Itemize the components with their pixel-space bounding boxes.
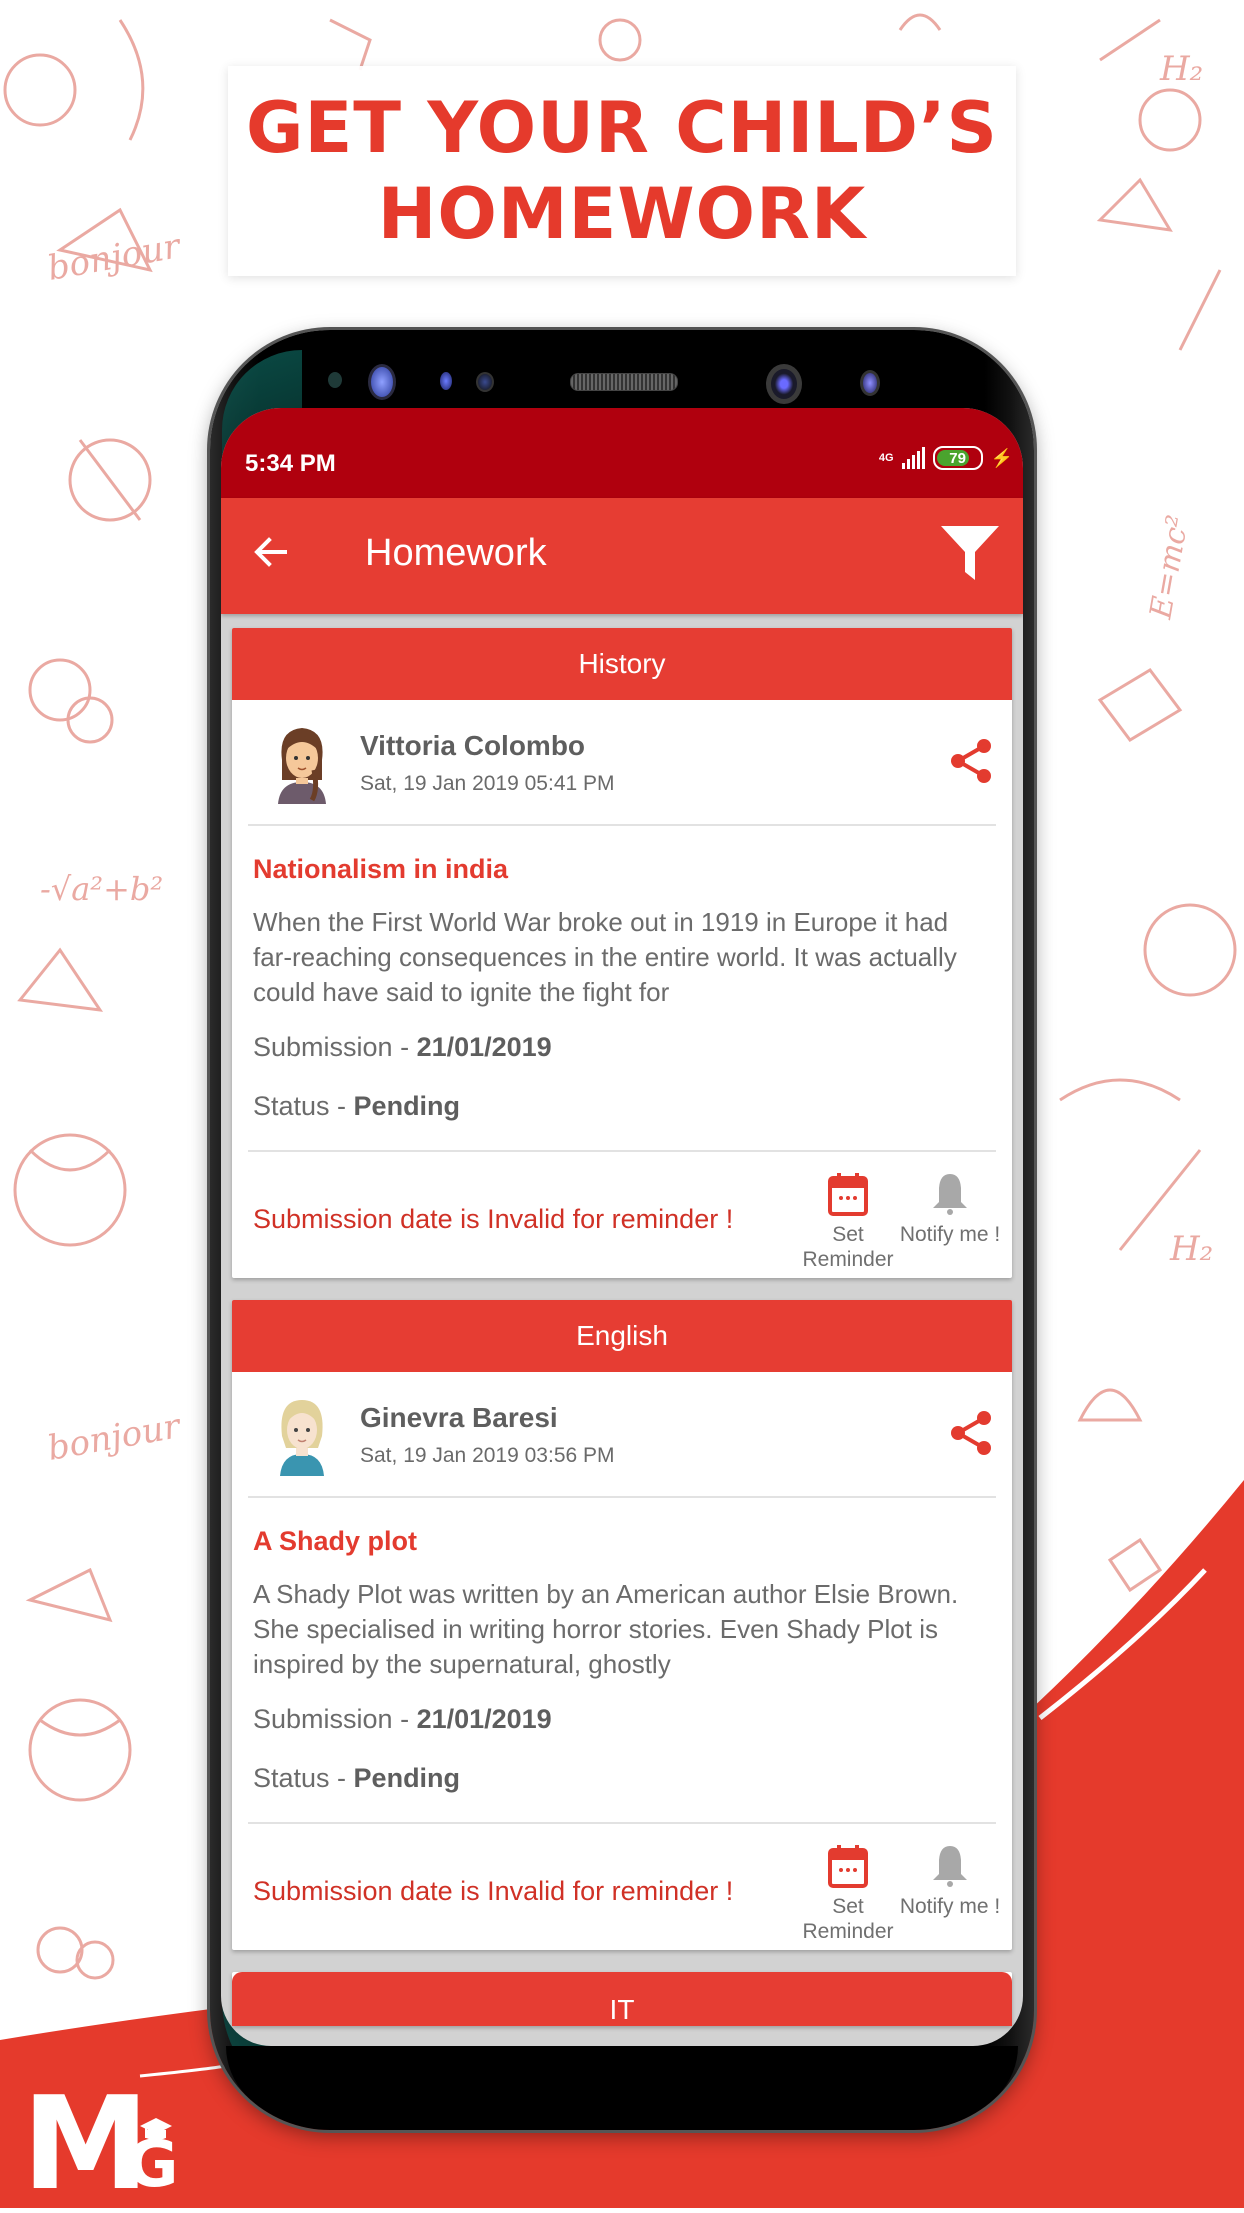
- arrow-left-icon: [254, 537, 287, 567]
- svg-text:bonjour: bonjour: [45, 226, 185, 289]
- filter-button[interactable]: [939, 524, 1001, 582]
- reminder-warning: Submission date is Invalid for reminder …: [253, 1876, 734, 1906]
- status-label: Status -: [253, 1091, 354, 1121]
- submission-line: Submission - 21/01/2019: [253, 1032, 991, 1063]
- iris-scanner-icon: [368, 364, 396, 400]
- subject-header: History: [232, 628, 1012, 700]
- headline-line-2: HOMEWORK: [377, 173, 867, 255]
- calendar-icon: [828, 1845, 868, 1888]
- calendar-icon: [828, 1173, 868, 1216]
- teacher-avatar: [280, 1400, 324, 1476]
- sensor-icon: [440, 372, 452, 390]
- homework-card: English Ginevra Baresi Sat, 19 Jan 2019 …: [232, 1300, 1012, 1950]
- status-value: Pending: [353, 1763, 461, 1793]
- status-line: Status - Pending: [253, 1763, 991, 1794]
- headline-banner: GET YOUR CHILD’S HOMEWORK: [228, 66, 1016, 276]
- set-reminder-label: Set Reminder: [802, 1223, 894, 1271]
- set-reminder-button[interactable]: Set Reminder: [800, 1844, 896, 1944]
- phone-screen: 5:34 PM 4G 79 ⚡ Homework History Vittori…: [221, 408, 1023, 2046]
- notify-me-label: Notify me !: [899, 1895, 1001, 1918]
- homework-body: Nationalism in india When the First Worl…: [232, 826, 1012, 1122]
- svg-text:E=mc²: E=mc²: [1143, 513, 1196, 623]
- posted-date: Sat, 19 Jan 2019 03:56 PM: [360, 1444, 615, 1467]
- homework-title: Nationalism in india: [253, 854, 509, 884]
- notify-me-button[interactable]: Notify me !: [898, 1172, 1002, 1247]
- status-value: Pending: [353, 1091, 461, 1121]
- set-reminder-label: Set Reminder: [802, 1895, 894, 1943]
- bolt-icon: ⚡: [990, 447, 1013, 468]
- homework-card: IT: [232, 1972, 1012, 2026]
- submission-date: 21/01/2019: [416, 1704, 552, 1734]
- submission-label: Submission -: [253, 1704, 417, 1734]
- submission-line: Submission - 21/01/2019: [253, 1704, 991, 1735]
- homework-card: History Vittoria Colombo Sat, 19 Jan 201…: [232, 628, 1012, 1278]
- svg-text:H₂: H₂: [1159, 49, 1203, 89]
- filter-icon: [941, 526, 999, 580]
- card-actions: Submission date is Invalid for reminder …: [248, 1822, 1000, 1950]
- status-indicators: 4G 79 ⚡: [879, 446, 1013, 470]
- homework-description: A Shady Plot was written by an American …: [253, 1579, 959, 1679]
- teacher-row: Ginevra Baresi Sat, 19 Jan 2019 03:56 PM: [248, 1372, 996, 1498]
- teacher-name: Vittoria Colombo: [360, 730, 586, 761]
- bell-icon: [933, 1846, 967, 1887]
- headline-line-1: GET YOUR CHILD’S: [246, 87, 998, 169]
- phone-bottom-bezel: [226, 2046, 1018, 2116]
- subject-header: IT: [232, 1972, 1012, 2026]
- subject-header: English: [232, 1300, 1012, 1372]
- teacher-row: Vittoria Colombo Sat, 19 Jan 2019 05:41 …: [248, 700, 996, 826]
- battery-icon: 79: [932, 446, 983, 470]
- card-actions: Submission date is Invalid for reminder …: [248, 1150, 1000, 1278]
- set-reminder-button[interactable]: Set Reminder: [800, 1172, 896, 1272]
- homework-title: A Shady plot: [253, 1526, 418, 1556]
- status-line: Status - Pending: [253, 1091, 991, 1122]
- sensor-icon: [476, 372, 494, 392]
- reminder-warning: Submission date is Invalid for reminder …: [253, 1204, 734, 1234]
- share-icon: [951, 739, 991, 783]
- notify-me-label: Notify me !: [899, 1223, 1001, 1246]
- notify-me-button[interactable]: Notify me !: [898, 1844, 1002, 1919]
- svg-text:bonjour: bonjour: [45, 1406, 185, 1469]
- signal-icon: [901, 447, 925, 469]
- submission-label: Submission -: [253, 1032, 417, 1062]
- bell-icon: [933, 1174, 967, 1215]
- share-button[interactable]: [946, 736, 996, 786]
- sensor-icon: [860, 370, 880, 396]
- brand-logo: M G: [22, 2070, 192, 2213]
- network-type: 4G: [878, 451, 894, 464]
- svg-text:-√a²+b²: -√a²+b²: [40, 870, 163, 908]
- status-time: 5:34 PM: [245, 450, 336, 477]
- share-button[interactable]: [946, 1408, 996, 1458]
- front-camera-icon: [766, 364, 802, 404]
- teacher-avatar: [278, 728, 326, 804]
- svg-text:H₂: H₂: [1169, 1229, 1213, 1269]
- share-icon: [951, 1411, 991, 1455]
- earpiece-speaker: [570, 373, 678, 391]
- posted-date: Sat, 19 Jan 2019 05:41 PM: [360, 772, 615, 795]
- back-button[interactable]: [251, 532, 291, 572]
- teacher-name: Ginevra Baresi: [360, 1402, 558, 1433]
- page-title: Homework: [365, 532, 547, 574]
- status-label: Status -: [253, 1763, 354, 1793]
- app-bar: Homework: [221, 498, 1023, 614]
- submission-date: 21/01/2019: [416, 1032, 552, 1062]
- homework-description: When the First World War broke out in 19…: [253, 907, 957, 1007]
- proximity-sensor-icon: [328, 372, 342, 388]
- homework-body: A Shady plot A Shady Plot was written by…: [232, 1498, 1012, 1794]
- homework-list[interactable]: History Vittoria Colombo Sat, 19 Jan 201…: [221, 614, 1023, 2026]
- battery-percent: 79: [949, 449, 966, 467]
- status-bar: 5:34 PM 4G 79 ⚡: [221, 408, 1023, 498]
